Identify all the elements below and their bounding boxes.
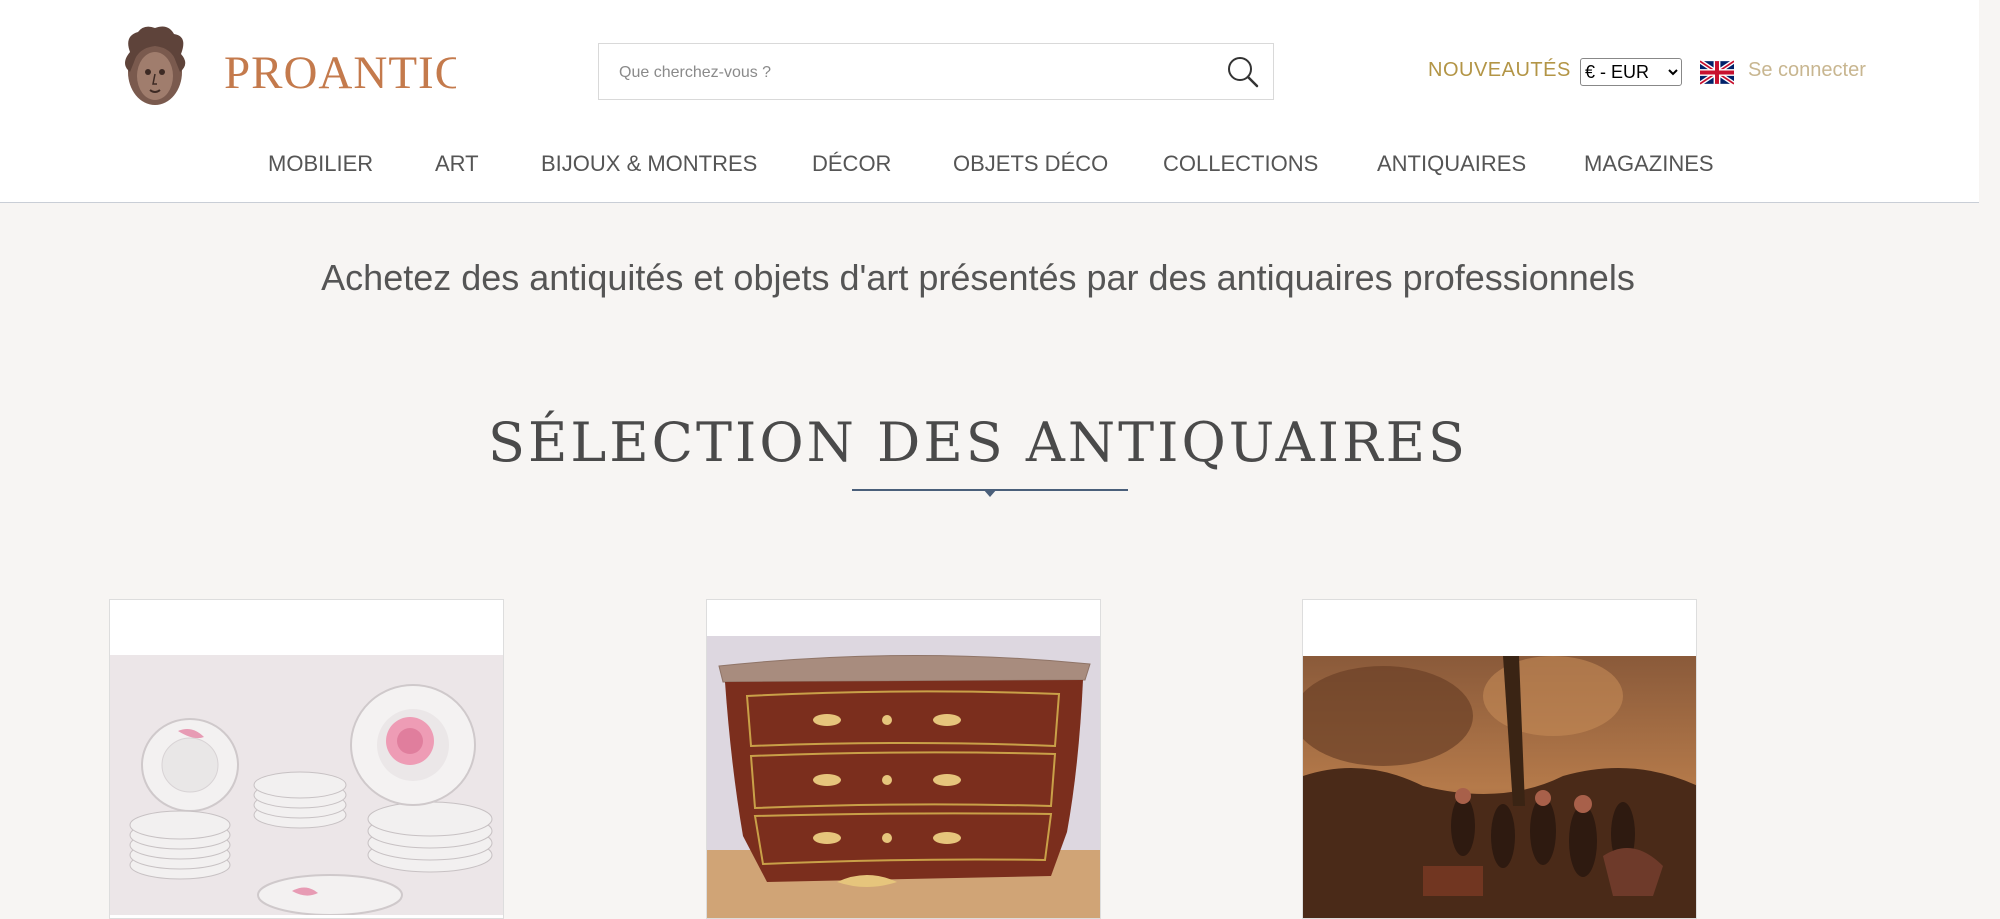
search-icon[interactable] <box>1223 52 1263 92</box>
medusa-head-icon <box>125 26 186 105</box>
product-card-painting[interactable] <box>1302 599 1697 919</box>
nav-item-mobilier[interactable]: MOBILIER <box>268 151 373 177</box>
marquetry-commode-image <box>707 636 1100 918</box>
section-title: SÉLECTION DES ANTIQUAIRES <box>487 411 1469 474</box>
nav-item-objets-deco[interactable]: OBJETS DÉCO <box>953 151 1108 177</box>
nav-item-bijoux-montres[interactable]: BIJOUX & MONTRES <box>541 151 757 177</box>
nav-item-antiquaires[interactable]: ANTIQUAIRES <box>1377 151 1526 177</box>
search-input[interactable] <box>617 44 1201 101</box>
product-card-porcelain[interactable] <box>109 599 504 919</box>
nav-item-collections[interactable]: COLLECTIONS <box>1163 151 1318 177</box>
logo[interactable]: PROANTIC <box>108 20 456 122</box>
porcelain-plates-image <box>110 655 503 915</box>
nav-item-art[interactable]: ART <box>435 151 479 177</box>
product-card-commode[interactable] <box>706 599 1101 919</box>
logo-text: PROANTIC <box>224 47 456 99</box>
nav-item-decor[interactable]: DÉCOR <box>812 151 891 177</box>
baroque-painting-image <box>1303 656 1696 918</box>
site-header: PROANTIC NOUVEAUTÉS € - EUR Se connecter… <box>0 0 1979 203</box>
search-box <box>598 43 1274 101</box>
divider-arrow <box>983 489 997 497</box>
nav-item-magazines[interactable]: MAGAZINES <box>1584 151 1714 177</box>
uk-flag-icon[interactable] <box>1700 60 1734 85</box>
nouveautes-link[interactable]: NOUVEAUTÉS <box>1428 59 1571 82</box>
login-link[interactable]: Se connecter <box>1748 59 1866 82</box>
tagline: Achetez des antiquités et objets d'art p… <box>321 257 1635 298</box>
currency-select[interactable]: € - EUR <box>1580 58 1682 86</box>
main-nav: MOBILIER ART BIJOUX & MONTRES DÉCOR OBJE… <box>108 124 1848 200</box>
